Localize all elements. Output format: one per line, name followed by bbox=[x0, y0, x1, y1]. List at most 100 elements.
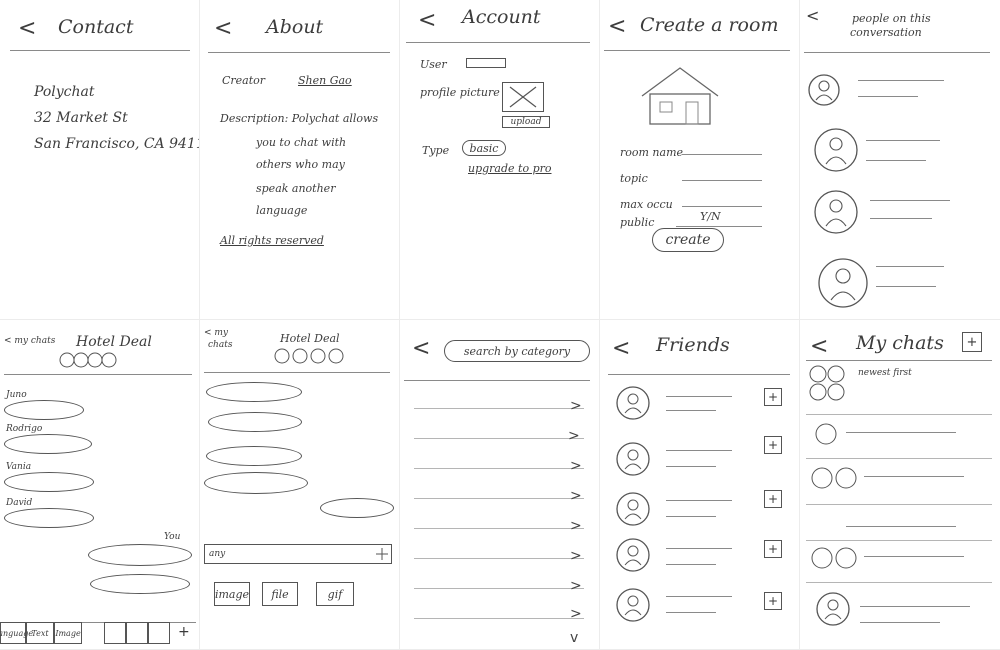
public-toggle[interactable]: Y/N bbox=[700, 210, 721, 223]
add-friend-button[interactable]: + bbox=[764, 388, 782, 406]
message-input-placeholder: any bbox=[209, 549, 226, 559]
tab-language[interactable]: Language bbox=[0, 622, 33, 644]
person-name-line bbox=[876, 266, 944, 267]
chat-avatar-icon bbox=[815, 423, 837, 445]
chevron-right-icon[interactable]: > bbox=[570, 488, 582, 504]
image-placeholder-icon bbox=[509, 86, 537, 108]
back-to-my-chats-link[interactable]: < my bbox=[204, 328, 228, 338]
upload-button[interactable]: upload bbox=[502, 116, 550, 128]
attach-gif-button[interactable]: gif bbox=[316, 582, 354, 606]
friend-avatar-icon bbox=[616, 386, 650, 420]
attach-label: gif bbox=[327, 587, 343, 601]
page-title: Account bbox=[462, 6, 541, 28]
back-arrow-icon[interactable]: < bbox=[418, 10, 436, 32]
topic-input[interactable] bbox=[682, 180, 762, 181]
back-arrow-icon[interactable]: < bbox=[18, 18, 36, 40]
people-screen: < people on this conversation bbox=[800, 0, 1000, 320]
chevron-right-icon[interactable]: > bbox=[570, 398, 582, 414]
page-title: Create a room bbox=[640, 14, 779, 36]
sort-newest-first[interactable]: newest first bbox=[858, 368, 912, 378]
friend-name-line bbox=[666, 466, 716, 467]
tab-empty-slot[interactable] bbox=[104, 622, 126, 644]
friend-name-line bbox=[666, 500, 732, 501]
back-arrow-icon[interactable]: < bbox=[412, 338, 430, 360]
add-friend-button[interactable]: + bbox=[764, 592, 782, 610]
chevron-right-icon[interactable]: > bbox=[570, 518, 582, 534]
back-arrow-icon[interactable]: < bbox=[806, 8, 819, 24]
send-icon[interactable] bbox=[374, 546, 390, 562]
message-input[interactable]: any bbox=[204, 544, 392, 564]
person-avatar-icon bbox=[808, 74, 840, 106]
add-friend-button[interactable]: + bbox=[764, 540, 782, 558]
tab-text[interactable]: Text bbox=[26, 622, 54, 644]
new-chat-button[interactable]: + bbox=[962, 332, 982, 352]
chat-preview-line bbox=[860, 622, 940, 623]
header-divider bbox=[804, 52, 990, 53]
description-line: speak another bbox=[256, 182, 336, 195]
person-avatar-icon bbox=[814, 128, 858, 172]
friend-name-line bbox=[666, 516, 716, 517]
tab-empty-slot[interactable] bbox=[148, 622, 170, 644]
category-row-divider bbox=[414, 558, 584, 559]
sender-name-me: You bbox=[164, 532, 181, 542]
tab-image[interactable]: Image bbox=[54, 622, 82, 644]
add-friend-button[interactable]: + bbox=[764, 436, 782, 454]
back-arrow-icon[interactable]: < bbox=[214, 18, 232, 40]
search-screen: < search by category > > > > > > > > v bbox=[400, 320, 600, 650]
chat-preview-line bbox=[846, 526, 956, 527]
chevron-down-icon[interactable]: v bbox=[570, 630, 578, 646]
back-arrow-icon[interactable]: < bbox=[612, 338, 630, 360]
public-underline bbox=[676, 226, 762, 227]
upgrade-link[interactable]: upgrade to pro bbox=[468, 162, 552, 175]
category-row-divider bbox=[414, 528, 584, 529]
header-divider bbox=[208, 52, 390, 53]
page-title: About bbox=[266, 16, 324, 38]
chat-row-divider bbox=[806, 458, 992, 459]
back-arrow-icon[interactable]: < bbox=[608, 16, 626, 38]
chevron-right-icon[interactable]: > bbox=[570, 606, 582, 622]
chat-title: Hotel Deal bbox=[76, 334, 152, 350]
friend-avatar-icon bbox=[616, 442, 650, 476]
chevron-right-icon[interactable]: > bbox=[568, 428, 580, 444]
attach-file-button[interactable]: file bbox=[262, 582, 298, 606]
friend-name-line bbox=[666, 396, 732, 397]
message-bubble bbox=[208, 412, 302, 432]
message-bubble bbox=[4, 400, 84, 420]
friend-name-line bbox=[666, 596, 732, 597]
description-line: Description: Polychat allows bbox=[220, 112, 379, 125]
message-bubble bbox=[204, 472, 308, 494]
type-value: basic bbox=[469, 141, 499, 155]
add-icon[interactable]: + bbox=[178, 624, 190, 640]
chevron-right-icon[interactable]: > bbox=[570, 458, 582, 474]
user-field[interactable] bbox=[466, 58, 506, 68]
page-title-line1: people on this bbox=[852, 12, 931, 25]
friend-name-line bbox=[666, 450, 732, 451]
tab-empty-slot[interactable] bbox=[126, 622, 148, 644]
search-placeholder: search by category bbox=[463, 344, 571, 358]
chat-compose-screen: < my chats Hotel Deal any image file gif bbox=[200, 320, 400, 650]
room-name-input[interactable] bbox=[682, 154, 762, 155]
add-friend-button[interactable]: + bbox=[764, 490, 782, 508]
person-avatar-icon bbox=[818, 258, 868, 308]
back-to-my-chats-link[interactable]: < my chats bbox=[4, 336, 55, 346]
chat-row-divider bbox=[806, 414, 992, 415]
creator-name: Shen Gao bbox=[298, 74, 352, 87]
my-chats-screen: < My chats + newest first bbox=[800, 320, 1000, 650]
tab-label: Image bbox=[55, 628, 81, 638]
header-divider bbox=[608, 374, 790, 375]
type-label: Type bbox=[422, 144, 450, 157]
add-icon: + bbox=[966, 334, 978, 350]
group-avatars-icon bbox=[809, 365, 845, 401]
max-occupancy-input[interactable] bbox=[682, 206, 762, 207]
chat-preview-line bbox=[860, 606, 970, 607]
back-arrow-icon[interactable]: < bbox=[810, 336, 828, 358]
header-divider bbox=[204, 372, 390, 373]
category-search-input[interactable]: search by category bbox=[444, 340, 590, 362]
attach-image-button[interactable]: image bbox=[214, 582, 250, 606]
chevron-right-icon[interactable]: > bbox=[570, 548, 582, 564]
street-address: 32 Market St bbox=[34, 110, 128, 126]
my-message-bubble bbox=[90, 574, 190, 594]
profile-picture-placeholder bbox=[502, 82, 544, 112]
create-button[interactable]: create bbox=[652, 228, 724, 252]
chevron-right-icon[interactable]: > bbox=[570, 578, 582, 594]
